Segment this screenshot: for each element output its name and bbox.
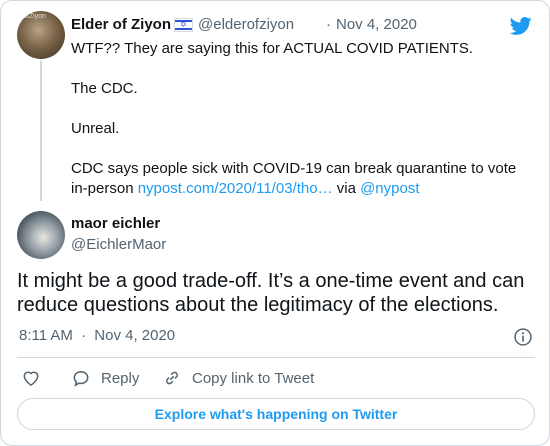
nypost-mention-link[interactable]: @nypost (360, 180, 419, 197)
like-button[interactable] (21, 367, 51, 389)
reply-author-name[interactable]: maor eichler (71, 215, 160, 232)
avatar-watermark: ofZiyon (23, 13, 46, 20)
reply-icon (73, 370, 89, 387)
reply-label: Reply (101, 369, 140, 387)
reply-button[interactable]: Reply (71, 367, 139, 389)
quoted-meta-separator: · (326, 16, 331, 33)
explore-twitter-button[interactable]: Explore what's happening on Twitter (17, 398, 535, 430)
reply-meta-separator: · (81, 327, 87, 344)
article-link[interactable]: nypost.com/2020/11/03/tho… (138, 180, 333, 197)
heart-icon (23, 371, 39, 386)
quoted-tweet-line-3: Unreal. (71, 120, 120, 137)
quoted-tweet-date[interactable]: Nov 4, 2020 (336, 16, 417, 33)
quoted-author-handle[interactable]: @elderofziyon (198, 16, 294, 33)
quoted-tweet-line-1: WTF?? They are saying this for ACTUAL CO… (71, 40, 474, 57)
info-icon[interactable] (513, 327, 533, 347)
thread-connector-line (40, 61, 42, 201)
copy-link-label: Copy link to Tweet (192, 369, 315, 387)
reply-timestamp[interactable]: 8:11 AM · Nov 4, 2020 (19, 327, 175, 344)
link-icon (166, 371, 178, 385)
tweet-embed-card: ofZiyon Elder of Ziyon ✡ @elderofziyon ·… (0, 0, 550, 446)
quoted-tweet-line-2: The CDC. (71, 80, 138, 97)
action-divider (17, 357, 535, 358)
elder-of-ziyon-avatar[interactable]: ofZiyon (17, 11, 65, 59)
reply-author-handle[interactable]: @EichlerMaor (71, 236, 166, 253)
reply-date[interactable]: Nov 4, 2020 (94, 327, 175, 344)
quoted-tweet-line-4: CDC says people sick with COVID-19 can b… (71, 160, 517, 177)
copy-link-button[interactable]: Copy link to Tweet (162, 367, 314, 389)
reply-time[interactable]: 8:11 AM (19, 327, 73, 344)
via-text: via (332, 180, 361, 197)
reply-tweet-text: It might be a good trade-off. It’s a one… (17, 270, 525, 316)
quoted-tweet-line-5: in-person nypost.com/2020/11/03/tho… via… (71, 179, 420, 199)
maor-eichler-avatar[interactable] (17, 211, 65, 259)
israel-flag-icon: ✡ (174, 18, 193, 32)
quoted-line-prefix: in-person (71, 180, 138, 197)
quoted-author-name[interactable]: Elder of Ziyon (71, 16, 171, 33)
twitter-bird-icon[interactable] (508, 15, 534, 37)
